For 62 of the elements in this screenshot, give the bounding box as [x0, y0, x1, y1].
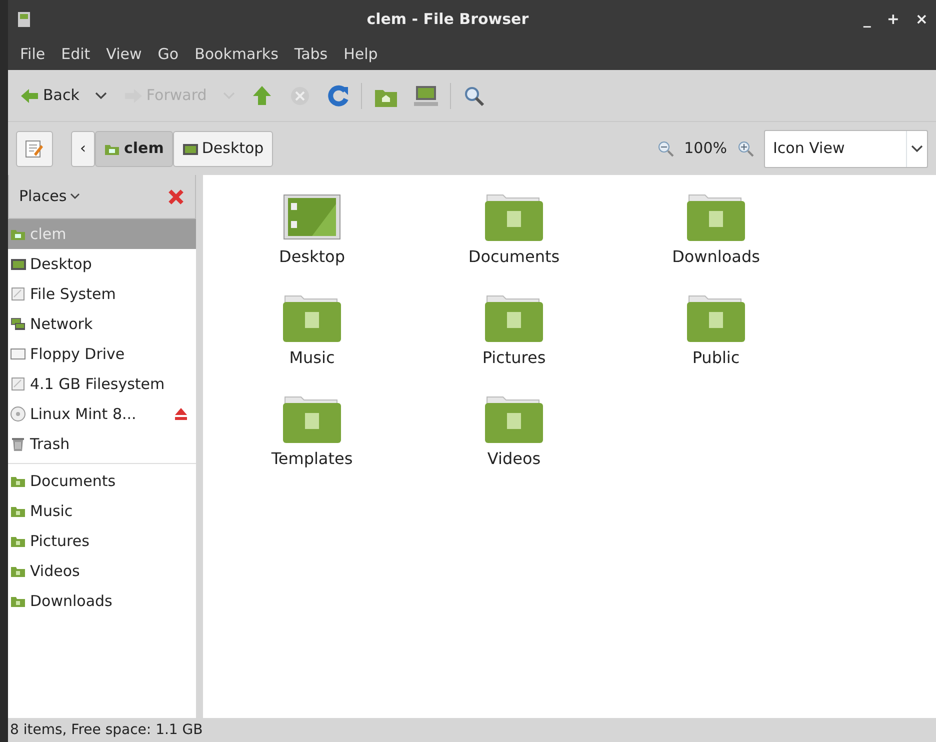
sidebar-item[interactable]: 4.1 GB Filesystem: [8, 369, 196, 399]
sidebar-item[interactable]: Videos: [8, 556, 196, 586]
menu-item[interactable]: Help: [338, 40, 384, 68]
menu-item[interactable]: File: [14, 40, 52, 68]
file-name[interactable]: Music: [289, 346, 335, 370]
zoom-out-icon: [657, 140, 674, 157]
drive-icon: [10, 376, 26, 392]
menu-item[interactable]: Edit: [55, 40, 96, 68]
path-back-button[interactable]: ‹: [71, 130, 95, 166]
desktop-icon: [10, 256, 26, 272]
caret-icon: [95, 91, 108, 100]
network-icon: [10, 316, 26, 332]
edit-icon: [25, 140, 44, 158]
file-name[interactable]: Public: [692, 346, 740, 370]
caret-icon: [70, 193, 80, 200]
sidebar-item[interactable]: Music: [8, 496, 196, 526]
file-name[interactable]: Desktop: [279, 245, 345, 269]
zoom-in-icon: [737, 140, 754, 157]
window-control[interactable]: ×: [915, 8, 928, 30]
file-name[interactable]: Pictures: [482, 346, 546, 370]
sidebar-item[interactable]: Floppy Drive: [8, 339, 196, 369]
up-arrow-icon: [250, 84, 273, 106]
window-title: clem - File Browser: [366, 8, 530, 30]
search-icon: [462, 84, 485, 106]
app-icon: [16, 10, 32, 28]
menu-item[interactable]: Bookmarks: [188, 40, 284, 68]
menu-item[interactable]: Tabs: [288, 40, 334, 68]
back-arrow-icon: [20, 86, 40, 104]
file-name[interactable]: Documents: [468, 245, 560, 269]
eject-icon: [174, 407, 188, 421]
caret-icon: [911, 144, 923, 153]
sidebar-item[interactable]: File System: [8, 279, 196, 309]
sidebar-item[interactable]: Documents: [8, 466, 196, 496]
close-sidebar-button[interactable]: [167, 188, 185, 206]
menu-item[interactable]: Go: [152, 40, 185, 68]
edit-location-button[interactable]: [16, 130, 53, 166]
status-text: 8 items, Free space: 1.1 GB: [10, 720, 203, 740]
sidebar-item[interactable]: Trash: [8, 429, 196, 459]
window-control[interactable]: _: [863, 8, 871, 30]
sidebar-item[interactable]: Network: [8, 309, 196, 339]
eject-button[interactable]: [174, 407, 188, 421]
close-icon: [167, 188, 185, 206]
menu-item[interactable]: View: [100, 40, 148, 68]
reload-icon: [326, 84, 349, 106]
path-button[interactable]: Desktop: [172, 130, 273, 166]
places-dropdown[interactable]: Places: [19, 185, 80, 208]
sidebar-item[interactable]: Downloads: [8, 586, 196, 616]
file-name[interactable]: Videos: [487, 447, 541, 471]
file-name[interactable]: Downloads: [672, 245, 760, 269]
disc-icon: [10, 406, 26, 422]
zoom-level: 100%: [684, 138, 727, 160]
window-control[interactable]: +: [886, 8, 900, 30]
sidebar-item[interactable]: Pictures: [8, 526, 196, 556]
file-name[interactable]: Templates: [271, 447, 353, 471]
back-button[interactable]: Back: [16, 80, 84, 111]
computer-icon: [414, 84, 438, 106]
drive-icon: [10, 286, 26, 302]
sidebar-item[interactable]: Linux Mint 8...: [8, 399, 196, 429]
path-button[interactable]: clem: [95, 130, 173, 166]
stop-icon: [288, 84, 311, 106]
sidebar-item[interactable]: Desktop: [8, 249, 196, 279]
view-select[interactable]: Icon View: [764, 130, 928, 168]
